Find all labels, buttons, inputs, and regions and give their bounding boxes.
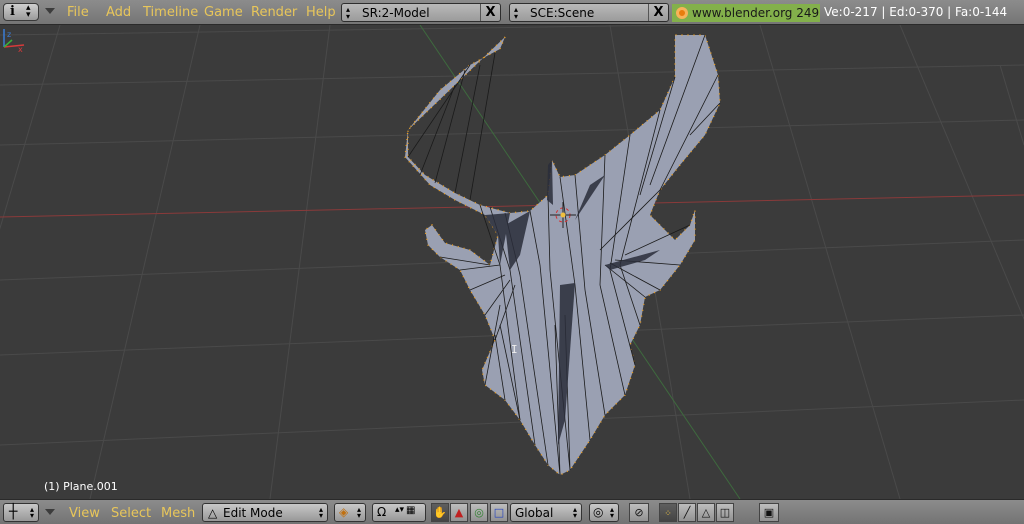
proportional-edit-button[interactable]: ◎ ▴ ▾: [589, 503, 619, 522]
edge-select-button[interactable]: ╱: [678, 503, 696, 522]
menu-timeline[interactable]: Timeline: [143, 5, 198, 20]
updown-arrows-icon: ▴▾: [356, 505, 361, 520]
draw-type-icon: ◈: [339, 505, 349, 519]
collapse-menus-icon[interactable]: [45, 509, 55, 515]
orientation-selector[interactable]: Global ▴ ▾: [510, 503, 582, 522]
scale-icon: □: [493, 506, 505, 519]
updown-arrows-icon: ▴▾: [346, 5, 351, 21]
updown-arrows-icon: ▴▾: [514, 5, 519, 21]
menu-view[interactable]: View: [69, 506, 100, 521]
occlude-geometry-button[interactable]: ◫: [716, 503, 734, 522]
editor-type-button[interactable]: i ▴ ▾: [3, 3, 39, 21]
render-preview-button[interactable]: ▣: [759, 503, 779, 522]
manipulator-hand-icon: ✋: [433, 506, 447, 519]
snap-button[interactable]: ⊘: [629, 503, 649, 522]
svg-text:z: z: [7, 30, 11, 39]
updown-arrows-icon: ▴▾: [26, 3, 31, 20]
mode-label: Edit Mode: [223, 506, 283, 520]
pivot-button[interactable]: Ω ▴▾ ▦: [372, 503, 426, 522]
updown-arrows-icon: ▴▾: [395, 505, 405, 515]
face-select-button[interactable]: △: [697, 503, 715, 522]
menu-game[interactable]: Game: [204, 5, 243, 20]
mode-selector[interactable]: △ Edit Mode ▴ ▾: [202, 503, 328, 522]
menu-help[interactable]: Help: [306, 5, 336, 20]
menu-render[interactable]: Render: [251, 5, 297, 20]
updown-arrows-icon: ▴▾: [609, 505, 614, 520]
menu-mesh[interactable]: Mesh: [161, 506, 195, 521]
face-select-icon: △: [701, 506, 711, 519]
mesh-object: [404, 34, 721, 476]
top-header: i ▴ ▾ File Add Timeline Game Render Help …: [0, 0, 1024, 25]
layer-grid-icon: ▦: [406, 505, 416, 516]
edge-select-icon: ╱: [683, 506, 691, 519]
website-text: www.blender.org 249.2: [692, 6, 820, 20]
viewport-type-icon: ┼: [9, 504, 18, 520]
scene-selector[interactable]: ▴ ▾ SCE:Scene X: [509, 3, 669, 22]
rotate-button[interactable]: ◎: [470, 503, 488, 522]
active-object-label: (1) Plane.001: [44, 480, 118, 493]
collapse-menus-icon[interactable]: [45, 8, 55, 14]
scale-button[interactable]: □: [490, 503, 508, 522]
3d-view-header: ┼ ▴ ▾ View Select Mesh △ Edit Mode ▴ ▾ ◈ ▴…: [0, 499, 1024, 524]
updown-arrows-icon: ▴▾: [29, 505, 34, 520]
close-screen-button[interactable]: X: [480, 4, 500, 21]
render-preview-icon: ▣: [763, 506, 775, 519]
menu-add[interactable]: Add: [106, 5, 131, 20]
updown-arrows-icon: ▴▾: [318, 505, 323, 520]
manipulator-hand-button[interactable]: ✋: [431, 503, 449, 522]
screen-name[interactable]: SR:2-Model: [362, 6, 430, 20]
menu-select[interactable]: Select: [111, 506, 151, 521]
svg-text:x: x: [18, 45, 23, 53]
close-scene-button[interactable]: X: [648, 4, 668, 21]
edit-mode-icon: △: [208, 506, 218, 520]
3d-viewport[interactable]: I z x (1) Plane.001: [0, 25, 1024, 499]
menu-file[interactable]: File: [67, 5, 89, 20]
draw-type-button[interactable]: ◈ ▴ ▾: [334, 503, 366, 522]
text-cursor-icon: I: [511, 343, 518, 356]
object-origin: [560, 212, 566, 218]
translate-button[interactable]: ▲: [450, 503, 468, 522]
mesh-stats: Ve:0-217 | Ed:0-370 | Fa:0-144: [824, 5, 1008, 19]
vertex-select-icon: ⁘: [664, 509, 672, 519]
viewport-canvas[interactable]: I: [0, 25, 1024, 499]
translate-icon: ▲: [454, 506, 464, 519]
blender-website-link[interactable]: www.blender.org 249.2: [672, 4, 820, 22]
blender-logo-icon: [676, 7, 688, 19]
scene-name[interactable]: SCE:Scene: [530, 6, 594, 20]
screen-selector[interactable]: ▴ ▾ SR:2-Model X: [341, 3, 501, 22]
pivot-icon: Ω: [377, 505, 387, 519]
occlude-icon: ◫: [719, 506, 731, 519]
snap-icon: ⊘: [634, 506, 644, 519]
viewport-type-button[interactable]: ┼ ▴ ▾: [3, 503, 39, 522]
proportional-icon: ◎: [593, 505, 604, 519]
orientation-label: Global: [515, 506, 554, 520]
rotate-icon: ◎: [474, 506, 484, 519]
updown-arrows-icon: ▴▾: [572, 505, 577, 520]
axis-gizmo: z x: [3, 29, 25, 53]
vertex-select-button[interactable]: ⁘: [659, 503, 677, 522]
info-icon: i: [10, 4, 15, 19]
